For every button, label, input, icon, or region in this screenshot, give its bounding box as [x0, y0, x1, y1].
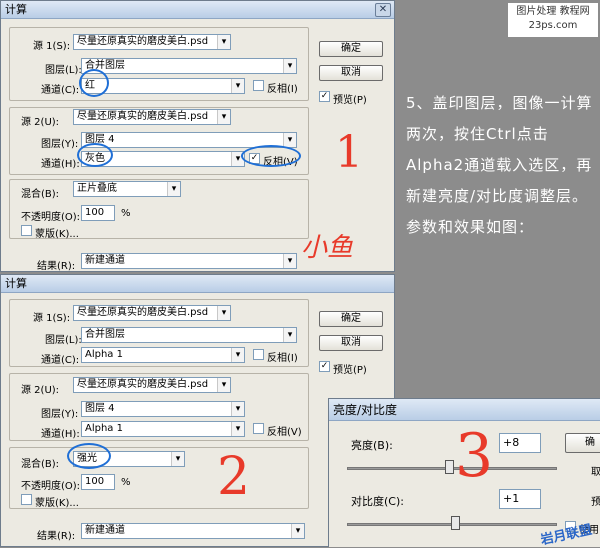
source2-channel-label: 通道(H): [41, 159, 80, 170]
blend-label: 混合(B): [21, 189, 60, 200]
source2-invert-checkbox[interactable]: ✓ [249, 153, 260, 164]
blend-label: 混合(B): [21, 459, 60, 470]
source1-layer-label: 图层(L): [45, 65, 82, 76]
result-label: 结果(R): [37, 531, 76, 542]
source1-layer-select[interactable]: 合并图层 [81, 58, 297, 74]
watermark-top-logo: 图片处理 教程网 23ps.com [508, 3, 598, 37]
preview-checkbox[interactable]: ✓ [319, 91, 330, 102]
cancel-button[interactable]: 取消 [319, 65, 383, 81]
source1-channel-label: 通道(C): [41, 355, 80, 366]
source1-file-select[interactable]: 尽量还原真实的磨皮美白.psd [73, 34, 231, 50]
calculations-dialog-top: 计算 ✕ 源 1(S): 尽量还原真实的磨皮美白.psd 图层(L): 合并图层… [0, 0, 395, 272]
mask-label: 蒙版(K)... [35, 498, 79, 509]
source1-layer-select[interactable]: 合并图层 [81, 327, 297, 343]
mask-checkbox[interactable] [21, 225, 32, 236]
blend-mode-select[interactable]: 正片叠底 [73, 181, 181, 197]
annotation-signature: 小鱼 [301, 233, 354, 263]
source2-invert-checkbox[interactable] [253, 423, 264, 434]
dialog-title: 计算 [1, 275, 394, 293]
source1-label: 源 1(S): [33, 313, 71, 324]
brightness-label: 亮度(B): [351, 439, 393, 452]
source2-label: 源 2(U): [21, 117, 60, 128]
tutorial-text: 5、盖印图层，图像一计算两次，按住Ctrl点击Alpha2通道载入选区，再新建亮… [406, 94, 593, 236]
reset-button-partial[interactable]: 取 [591, 463, 600, 478]
ok-button[interactable]: 确 [565, 433, 600, 453]
opacity-input[interactable]: 100 [81, 205, 115, 221]
annotation-number-3: 3 [455, 421, 494, 491]
source2-layer-label: 图层(Y): [41, 139, 79, 150]
preview-label: 预览(P) [333, 95, 367, 106]
contrast-label: 对比度(C): [351, 495, 404, 508]
mask-checkbox[interactable] [21, 494, 32, 505]
contrast-slider-thumb[interactable] [451, 516, 460, 530]
result-label: 结果(R): [37, 261, 76, 272]
blend-mode-select[interactable]: 强光 [73, 451, 185, 467]
source1-invert-label: 反相(I) [267, 84, 298, 95]
source1-label: 源 1(S): [33, 41, 71, 52]
source2-file-select[interactable]: 尽量还原真实的磨皮美白.psd [73, 109, 231, 125]
opacity-label: 不透明度(O): [21, 481, 81, 492]
ok-button[interactable]: 确定 [319, 311, 383, 327]
source1-channel-select[interactable]: Alpha 1 [81, 347, 245, 363]
opacity-input[interactable]: 100 [81, 474, 115, 490]
preview-checkbox[interactable]: ✓ [319, 361, 330, 372]
opacity-unit: % [121, 477, 131, 488]
source2-channel-label: 通道(H): [41, 429, 80, 440]
ok-button[interactable]: 确定 [319, 41, 383, 57]
source1-channel-label: 通道(C): [41, 85, 80, 96]
source2-invert-label: 反相(V) [263, 157, 298, 168]
source1-file-select[interactable]: 尽量还原真实的磨皮美白.psd [73, 305, 231, 321]
contrast-input[interactable]: +1 [499, 489, 541, 509]
source2-channel-select[interactable]: Alpha 1 [81, 421, 245, 437]
cancel-button[interactable]: 取消 [319, 335, 383, 351]
source2-label: 源 2(U): [21, 385, 60, 396]
source2-invert-label: 反相(V) [267, 427, 302, 438]
brightness-slider-thumb[interactable] [445, 460, 454, 474]
source2-channel-select[interactable]: 灰色 [81, 151, 245, 167]
opacity-unit: % [121, 208, 131, 219]
dialog-title: 亮度/对比度 [329, 399, 600, 421]
source2-layer-label: 图层(Y): [41, 409, 79, 420]
preview-label: 预览(P) [333, 365, 367, 376]
source1-invert-label: 反相(I) [267, 353, 298, 364]
source1-invert-checkbox[interactable] [253, 349, 264, 360]
source2-layer-select[interactable]: 图层 4 [81, 401, 245, 417]
source1-invert-checkbox[interactable] [253, 80, 264, 91]
result-select[interactable]: 新建通道 [81, 523, 305, 539]
source1-layer-label: 图层(L): [45, 335, 82, 346]
preview-label-partial: 预 [591, 497, 600, 508]
brightness-input[interactable]: +8 [499, 433, 541, 453]
annotation-number-2: 2 [217, 447, 251, 507]
source1-channel-select[interactable]: 红 [81, 78, 245, 94]
result-select[interactable]: 新建通道 [81, 253, 297, 269]
dialog-title: 计算 [1, 1, 394, 19]
close-icon[interactable]: ✕ [375, 3, 391, 17]
mask-label: 蒙版(K)... [35, 229, 79, 240]
source2-file-select[interactable]: 尽量还原真实的磨皮美白.psd [73, 377, 231, 393]
source2-layer-select[interactable]: 图层 4 [81, 132, 297, 148]
opacity-label: 不透明度(O): [21, 212, 81, 223]
annotation-number-1: 1 [335, 127, 363, 178]
